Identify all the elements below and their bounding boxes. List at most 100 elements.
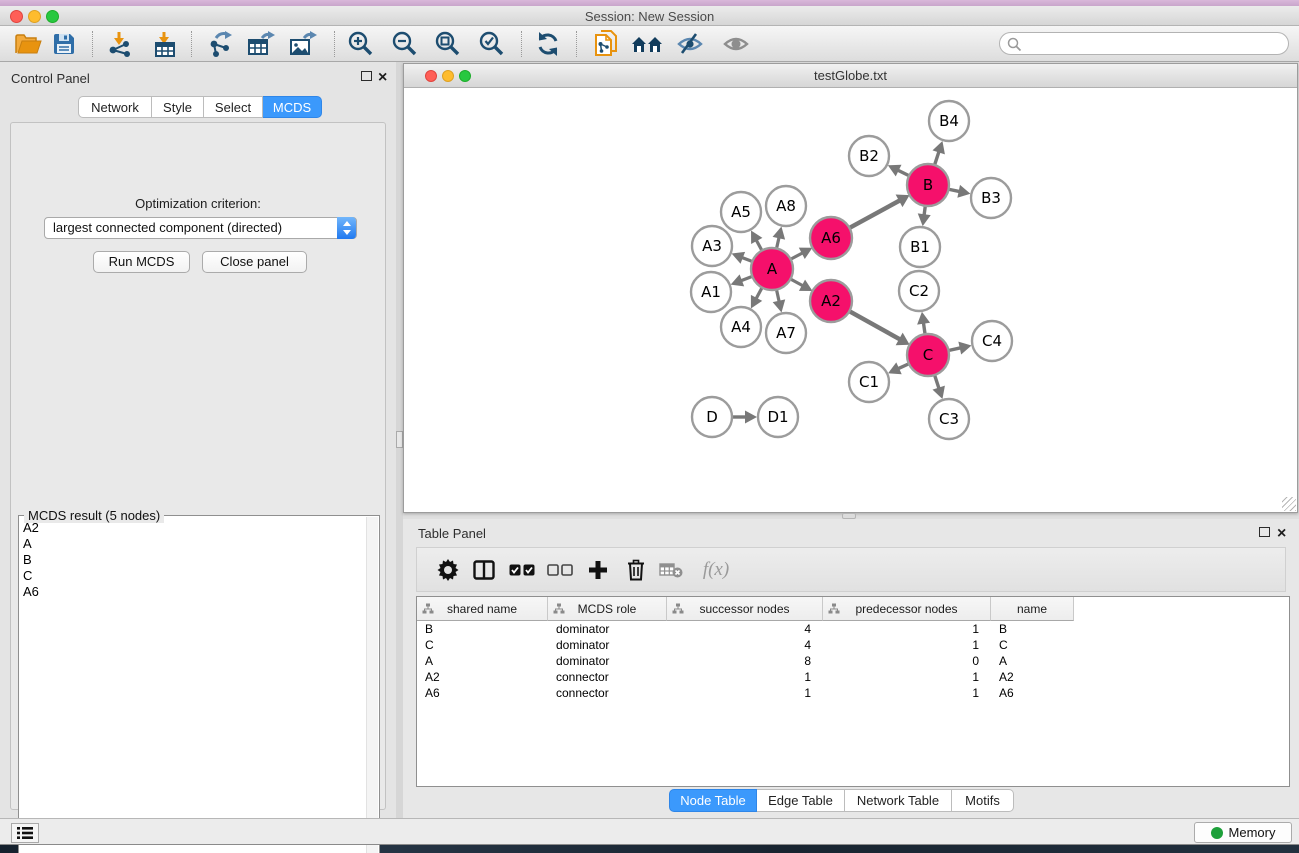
refresh-network-view-icon[interactable]	[532, 29, 564, 59]
new-network-from-selection-icon[interactable]	[589, 29, 621, 59]
table-cell[interactable]: A6	[991, 685, 1074, 701]
table-cell[interactable]: 1	[823, 637, 991, 653]
edge-A-A5[interactable]	[756, 240, 762, 250]
edge-B-B4[interactable]	[935, 151, 939, 165]
zoom-selected-icon[interactable]	[476, 29, 508, 59]
criterion-dropdown[interactable]: largest connected component (directed)	[44, 217, 357, 239]
edge-B-B3[interactable]	[949, 189, 960, 191]
search-input[interactable]	[1026, 34, 1281, 53]
float-panel-icon[interactable]	[361, 71, 372, 81]
tab-mcds[interactable]: MCDS	[263, 96, 322, 118]
edge-B-B1[interactable]	[924, 206, 925, 215]
table-row[interactable]: A2connector11A2	[417, 669, 1289, 685]
network-graph-canvas[interactable]: B4B2BB3A8A5A6B1A3AC2A1A2A4A7C4CC1C3DD1	[404, 88, 1297, 512]
run-mcds-button[interactable]: Run MCDS	[93, 251, 190, 273]
zoom-fit-icon[interactable]	[432, 29, 464, 59]
export-image-icon[interactable]	[287, 29, 319, 59]
column-header-predecessor-nodes[interactable]: predecessor nodes	[823, 597, 991, 621]
table-row[interactable]: Cdominator41C	[417, 637, 1289, 653]
column-header-name[interactable]: name	[991, 597, 1074, 621]
window-resize-grip[interactable]	[1282, 497, 1296, 511]
select-all-checkboxes-icon[interactable]	[507, 555, 537, 585]
table-cell[interactable]: 1	[823, 685, 991, 701]
edge-C-C2[interactable]	[923, 323, 925, 335]
table-cell[interactable]: B	[417, 621, 548, 637]
edge-A-A4[interactable]	[756, 288, 762, 299]
tab-node-table[interactable]: Node Table	[669, 789, 757, 812]
create-column-icon[interactable]	[583, 555, 613, 585]
table-row[interactable]: A6connector11A6	[417, 685, 1289, 701]
import-network-icon[interactable]	[104, 29, 136, 59]
tab-network-table[interactable]: Network Table	[845, 789, 952, 812]
edge-A-A8[interactable]	[777, 237, 780, 248]
table-cell[interactable]: B	[991, 621, 1074, 637]
tab-network[interactable]: Network	[78, 96, 152, 118]
table-cell[interactable]: 4	[667, 637, 823, 653]
edge-A-A6[interactable]	[791, 253, 803, 259]
edge-B-B2[interactable]	[898, 170, 909, 176]
memory-button[interactable]: Memory	[1194, 822, 1292, 843]
close-table-panel-icon[interactable]: ×	[1277, 529, 1286, 539]
table-cell[interactable]: 0	[823, 653, 991, 669]
mcds-result-item[interactable]: B	[21, 552, 365, 568]
table-cell[interactable]: A	[991, 653, 1074, 669]
close-panel-icon[interactable]: ×	[378, 73, 387, 83]
table-cell[interactable]: 1	[823, 621, 991, 637]
table-cell[interactable]: 1	[667, 685, 823, 701]
save-session-icon[interactable]	[48, 29, 80, 59]
table-cell[interactable]: A6	[417, 685, 548, 701]
edge-A2-C[interactable]	[849, 311, 900, 339]
edge-A-A1[interactable]	[741, 276, 752, 280]
first-neighbors-icon[interactable]	[631, 29, 663, 59]
mcds-result-item[interactable]: A2	[21, 520, 365, 536]
table-cell[interactable]: 4	[667, 621, 823, 637]
tab-edge-table[interactable]: Edge Table	[757, 789, 845, 812]
delete-table-icon[interactable]	[656, 555, 686, 585]
table-cell[interactable]: A2	[417, 669, 548, 685]
edge-C-C4[interactable]	[949, 348, 961, 351]
column-header-shared-name[interactable]: shared name	[417, 597, 548, 621]
column-view-icon[interactable]	[469, 555, 499, 585]
table-row[interactable]: Bdominator41B	[417, 621, 1289, 637]
column-header-successor-nodes[interactable]: successor nodes	[667, 597, 823, 621]
hide-graphics-details-icon[interactable]	[674, 29, 706, 59]
tab-select[interactable]: Select	[204, 96, 263, 118]
edge-C-C1[interactable]	[898, 364, 909, 369]
edge-A-A2[interactable]	[790, 279, 802, 286]
table-options-gear-icon[interactable]	[433, 555, 463, 585]
table-cell[interactable]: connector	[548, 669, 667, 685]
table-cell[interactable]: connector	[548, 685, 667, 701]
zoom-out-icon[interactable]	[389, 29, 421, 59]
table-cell[interactable]: 1	[667, 669, 823, 685]
mcds-result-item[interactable]: A6	[21, 584, 365, 600]
table-cell[interactable]: C	[991, 637, 1074, 653]
table-cell[interactable]: dominator	[548, 621, 667, 637]
panel-splitter-handle[interactable]	[396, 431, 403, 448]
table-cell[interactable]: 8	[667, 653, 823, 669]
deselect-all-checkboxes-icon[interactable]	[545, 555, 575, 585]
function-builder-icon[interactable]: f(x)	[694, 555, 738, 585]
table-cell[interactable]: dominator	[548, 637, 667, 653]
column-header-MCDS-role[interactable]: MCDS role	[548, 597, 667, 621]
table-cell[interactable]: A2	[991, 669, 1074, 685]
import-table-icon[interactable]	[149, 29, 181, 59]
mcds-result-scrollbar[interactable]	[366, 517, 378, 853]
export-network-icon[interactable]	[204, 29, 236, 59]
edge-A6-B[interactable]	[849, 200, 899, 228]
table-cell[interactable]: dominator	[548, 653, 667, 669]
close-panel-button[interactable]: Close panel	[202, 251, 307, 273]
table-cell[interactable]: C	[417, 637, 548, 653]
float-table-panel-icon[interactable]	[1259, 527, 1270, 537]
mcds-result-item[interactable]: A	[21, 536, 365, 552]
zoom-in-icon[interactable]	[345, 29, 377, 59]
table-cell[interactable]: 1	[823, 669, 991, 685]
export-table-icon[interactable]	[245, 29, 277, 59]
edge-A-A3[interactable]	[742, 257, 753, 261]
edge-C-C3[interactable]	[935, 375, 939, 389]
task-history-button[interactable]	[11, 823, 39, 843]
open-session-icon[interactable]	[12, 29, 44, 59]
tab-motifs[interactable]: Motifs	[952, 789, 1014, 812]
tab-style[interactable]: Style	[152, 96, 204, 118]
table-cell[interactable]: A	[417, 653, 548, 669]
mcds-result-item[interactable]: C	[21, 568, 365, 584]
